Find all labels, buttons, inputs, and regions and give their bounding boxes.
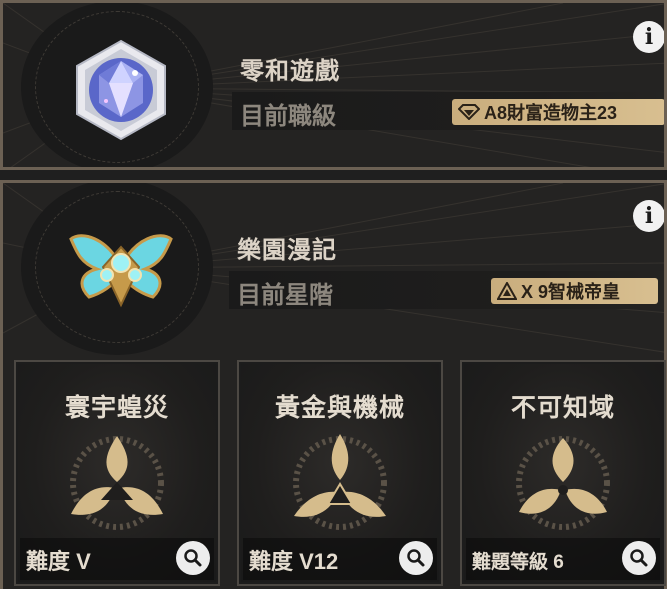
currency-wars-panel: 零和遊戲 目前職級 A8財富造物主23 i [0, 0, 667, 170]
star-tier-value: X 9智械帝皇 [521, 282, 621, 302]
mode-card-swarm[interactable]: 寰宇蝗災 難度 V [14, 360, 220, 586]
card-footer: 難題等級 6 [466, 538, 660, 580]
rank-value: A8財富造物主23 [484, 103, 618, 123]
card-title: 寰宇蝗災 [64, 394, 169, 422]
search-button[interactable] [176, 541, 210, 575]
trinity-emblem-icon [516, 436, 610, 530]
triangle-emblem-icon [497, 282, 517, 300]
info-button[interactable]: i [633, 200, 664, 232]
mode-card-gold-gears[interactable]: 黃金與機械 難度 V12 [237, 360, 443, 586]
search-button[interactable] [622, 541, 656, 575]
star-tier-label: 目前星階 [237, 282, 333, 309]
star-tier-badge: X 9智械帝皇 [491, 278, 658, 304]
card-title: 黃金與機械 [274, 394, 405, 422]
info-button[interactable]: i [633, 21, 664, 53]
magnifier-icon [407, 549, 425, 567]
mode-title: 零和遊戲 [240, 58, 340, 85]
diamond-icon [458, 104, 480, 120]
card-footer: 難度 V [20, 538, 214, 580]
magnifier-icon [184, 549, 202, 567]
card-title: 不可知域 [510, 394, 615, 422]
mode-card-unknowable-domain[interactable]: 不可知域 難題等級 6 [460, 360, 666, 586]
rank-label: 目前職級 [240, 103, 336, 130]
card-difficulty: 難度 V12 [249, 549, 339, 574]
butterfly-badge-icon [69, 234, 173, 308]
trinity-emblem-icon [70, 436, 164, 530]
mode-title: 樂園漫記 [237, 237, 337, 264]
card-difficulty: 難度 V [26, 549, 91, 574]
search-button[interactable] [399, 541, 433, 575]
card-footer: 難度 V12 [243, 538, 437, 580]
card-difficulty: 難題等級 6 [472, 552, 564, 573]
crystal-hexagon-icon [76, 39, 166, 141]
magnifier-icon [630, 549, 648, 567]
rank-badge: A8財富造物主23 [452, 99, 664, 125]
trinity-emblem-icon [293, 434, 387, 530]
